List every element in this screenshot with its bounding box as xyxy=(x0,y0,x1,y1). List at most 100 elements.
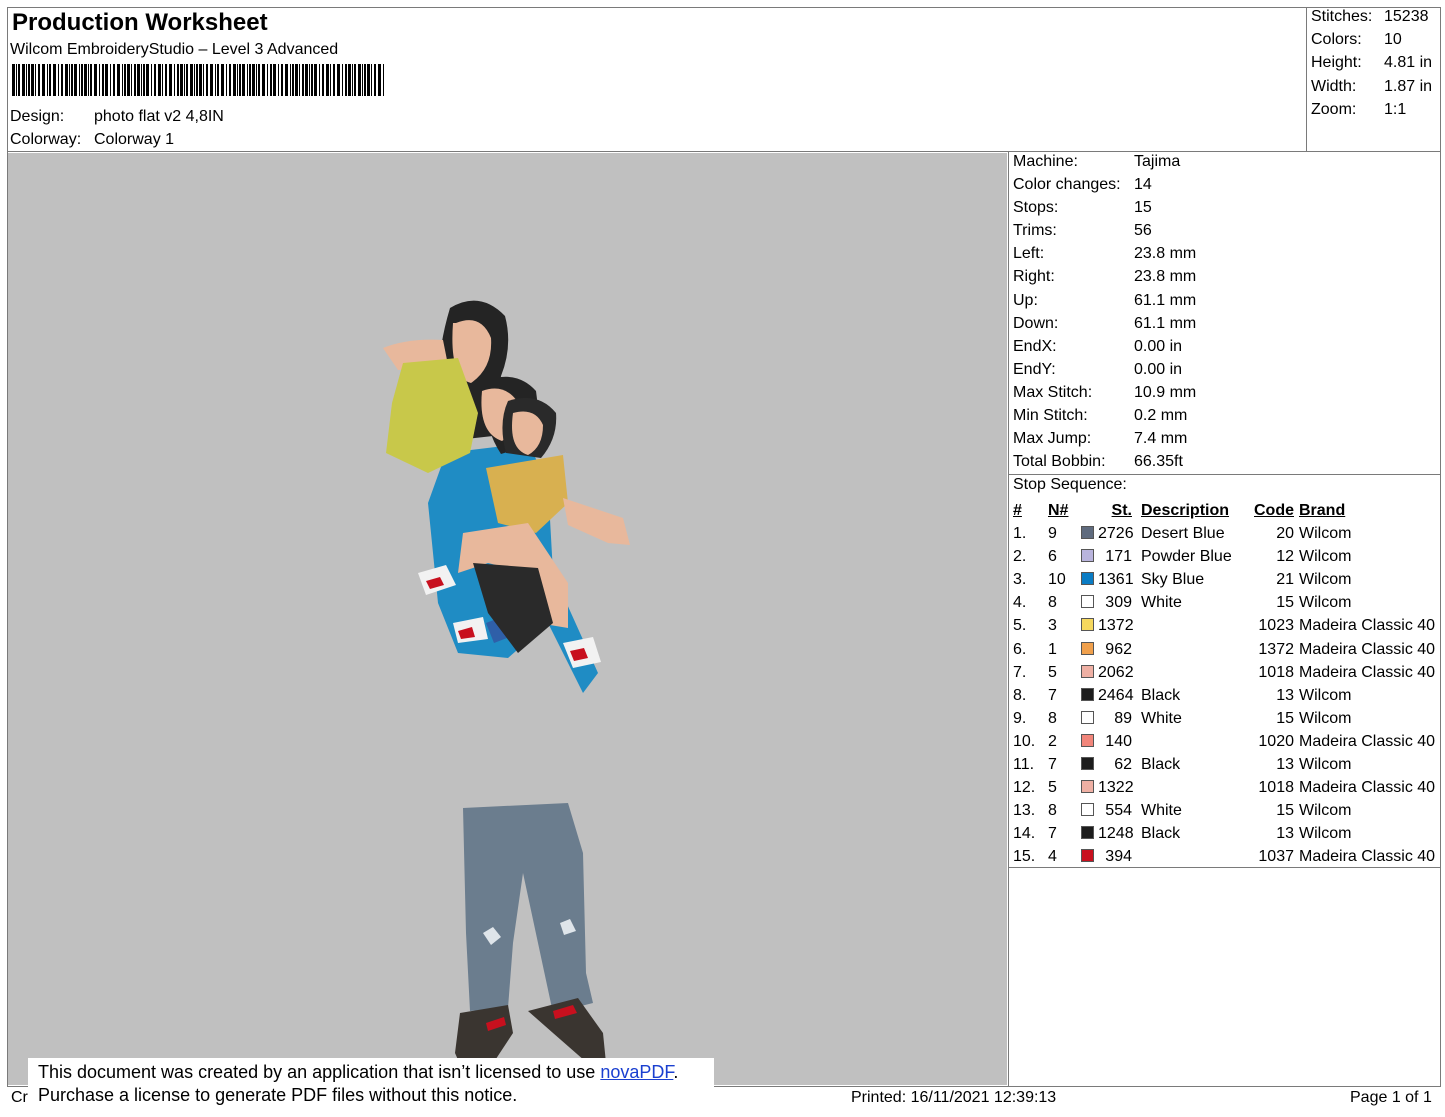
stop-brand: Madeira Classic 40 xyxy=(1299,617,1436,635)
summary-label: Zoom: xyxy=(1311,100,1357,118)
stop-stitches: 140 xyxy=(1105,732,1132,750)
stop-row: 2. 6 171 Powder Blue 12 Wilcom xyxy=(1013,546,1441,569)
machine-info: Machine: Tajima Color changes: 14 Stops: 15 Tr… xyxy=(1013,152,1443,498)
stop-needle: 5 xyxy=(1048,779,1057,797)
summary-label: Height: xyxy=(1311,54,1362,72)
stop-code: 13 xyxy=(1276,686,1294,704)
stop-index: 5. xyxy=(1013,617,1027,635)
info-row: EndY: 0.00 in xyxy=(1013,360,1443,383)
stop-stitches: 1322 xyxy=(1098,779,1134,797)
info-value: 0.2 mm xyxy=(1134,407,1188,425)
stop-description: Black xyxy=(1141,756,1181,774)
stop-row: 14. 7 1248 Black 13 Wilcom xyxy=(1013,823,1441,846)
col-needle: N# xyxy=(1048,502,1069,519)
embroidery-figure xyxy=(383,300,630,1078)
stop-description xyxy=(1132,731,1249,754)
stop-brand: Wilcom xyxy=(1299,709,1352,727)
color-swatch xyxy=(1081,572,1094,586)
color-swatch xyxy=(1081,664,1094,678)
design-preview xyxy=(8,153,1007,1085)
worksheet-title: Production Worksheet xyxy=(12,9,268,36)
info-row: Max Stitch: 10.9 mm xyxy=(1013,383,1443,406)
stop-needle: 8 xyxy=(1048,594,1057,612)
stop-code: 1372 xyxy=(1258,640,1294,658)
notice-text: This document was created by an applicat… xyxy=(38,1062,601,1082)
stop-brand: Madeira Classic 40 xyxy=(1299,640,1436,658)
stop-index: 4. xyxy=(1013,594,1027,612)
stop-brand: Wilcom xyxy=(1299,802,1352,820)
info-row: Stops: 15 xyxy=(1013,198,1443,221)
stop-stitches: 309 xyxy=(1105,594,1132,612)
stop-needle: 6 xyxy=(1048,548,1057,566)
stop-index: 12. xyxy=(1013,779,1036,797)
stop-stitches: 1248 xyxy=(1098,825,1134,843)
color-swatch xyxy=(1081,803,1094,817)
stop-row: 1. 9 2726 Desert Blue 20 Wilcom xyxy=(1013,523,1441,546)
stop-row: 11. 7 62 Black 13 Wilcom xyxy=(1013,754,1441,777)
summary-row: Width: 1.87 in xyxy=(1311,78,1441,101)
novapdf-link[interactable]: novaPDF xyxy=(600,1062,673,1082)
info-row: Max Jump: 7.4 mm xyxy=(1013,429,1443,452)
stop-description: Powder Blue xyxy=(1141,548,1232,566)
stop-index: 14. xyxy=(1013,825,1036,843)
info-label: Down: xyxy=(1013,314,1059,332)
stop-row: 13. 8 554 White 15 Wilcom xyxy=(1013,800,1441,823)
stop-index: 10. xyxy=(1013,732,1036,750)
stop-description xyxy=(1132,777,1249,800)
stop-index: 9. xyxy=(1013,709,1027,727)
stop-description xyxy=(1132,639,1249,662)
stop-row: 3. 10 1361 Sky Blue 21 Wilcom xyxy=(1013,569,1441,592)
info-value: 56 xyxy=(1134,222,1152,240)
stop-table-header: # N# St. Description Code Brand xyxy=(1013,500,1441,523)
color-swatch xyxy=(1081,826,1094,840)
color-swatch xyxy=(1081,595,1094,609)
stop-index: 6. xyxy=(1013,640,1027,658)
color-swatch xyxy=(1081,757,1094,771)
summary-value: 1.87 in xyxy=(1384,77,1433,95)
stop-stitches: 1372 xyxy=(1098,617,1134,635)
stop-stitches: 2464 xyxy=(1098,686,1134,704)
stop-brand: Wilcom xyxy=(1299,548,1352,566)
stop-stitches: 171 xyxy=(1105,548,1132,566)
stop-stitches: 1361 xyxy=(1098,571,1134,589)
stop-row: 12. 5 1322 1018 Madeira Classic 40 xyxy=(1013,777,1441,800)
stop-index: 8. xyxy=(1013,686,1027,704)
info-value: 0.00 in xyxy=(1134,337,1183,355)
stop-needle: 7 xyxy=(1048,756,1057,774)
stop-needle: 7 xyxy=(1048,686,1057,704)
info-value: 61.1 mm xyxy=(1134,314,1197,332)
color-swatch xyxy=(1081,710,1094,724)
stop-description: White xyxy=(1141,594,1182,612)
stop-code: 1037 xyxy=(1258,848,1294,866)
stop-description xyxy=(1132,662,1249,685)
stop-index: 7. xyxy=(1013,663,1027,681)
stop-needle: 7 xyxy=(1048,825,1057,843)
info-value: 7.4 mm xyxy=(1134,430,1188,448)
stop-row: 8. 7 2464 Black 13 Wilcom xyxy=(1013,685,1441,708)
info-value: 23.8 mm xyxy=(1134,245,1197,263)
col-stitches: St. xyxy=(1111,502,1132,519)
stop-needle: 8 xyxy=(1048,802,1057,820)
color-swatch xyxy=(1081,549,1094,563)
info-value: 0.00 in xyxy=(1134,360,1183,378)
info-value: 10.9 mm xyxy=(1134,383,1197,401)
stop-code: 12 xyxy=(1276,548,1294,566)
stop-row: 10. 2 140 1020 Madeira Classic 40 xyxy=(1013,731,1441,754)
stop-row: 9. 8 89 White 15 Wilcom xyxy=(1013,708,1441,731)
stop-row: 15. 4 394 1037 Madeira Classic 40 xyxy=(1013,846,1441,869)
color-swatch xyxy=(1081,780,1094,794)
stop-sequence-table: # N# St. Description Code Brand 1. 9 2726 D… xyxy=(1013,500,1441,870)
design-summary: Stitches: 15238 Colors: 10 Height: 4.81 in Wid… xyxy=(1311,8,1441,124)
stop-code: 1020 xyxy=(1258,732,1294,750)
stop-brand: Wilcom xyxy=(1299,756,1352,774)
info-value: Tajima xyxy=(1134,153,1181,170)
info-label: Color changes: xyxy=(1013,176,1121,194)
stop-brand: Madeira Classic 40 xyxy=(1299,779,1436,797)
color-swatch xyxy=(1081,687,1094,701)
stop-index: 13. xyxy=(1013,802,1036,820)
color-swatch xyxy=(1081,733,1094,747)
stop-description: Sky Blue xyxy=(1141,571,1205,589)
stop-brand: Wilcom xyxy=(1299,525,1352,543)
col-code: Code xyxy=(1254,502,1294,519)
stop-description xyxy=(1132,615,1249,638)
